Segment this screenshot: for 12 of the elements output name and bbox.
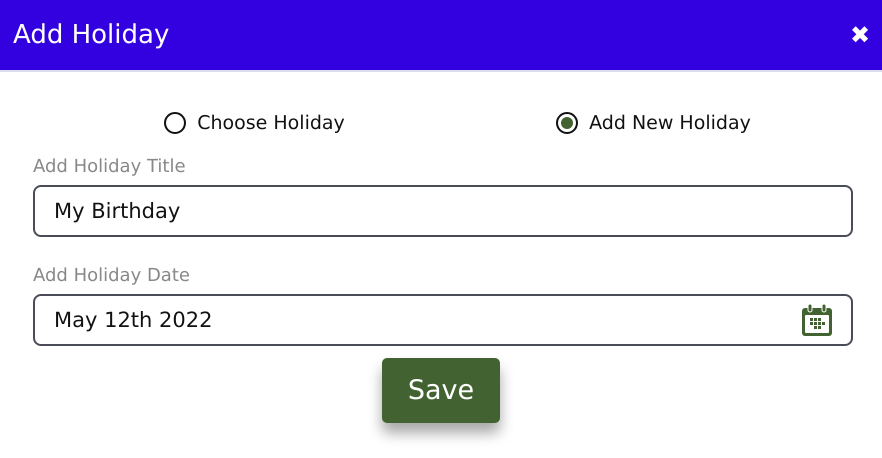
input-field[interactable]: My Birthday [33,185,853,237]
calendar-icon[interactable] [801,303,833,337]
radio-button[interactable] [164,112,186,134]
field-label: Add Holiday Date [33,265,191,286]
date-field[interactable]: May 12th 2022 [33,294,853,346]
radio-option[interactable]: Add New Holiday [556,112,751,134]
radio-button[interactable] [556,112,578,134]
field-label: Add Holiday Title [33,156,187,177]
window-title: Add Holiday [13,20,170,50]
save-button[interactable]: Save [382,358,500,423]
close-button[interactable]: ✖ [850,20,870,50]
radio-option[interactable]: Choose Holiday [164,112,345,134]
